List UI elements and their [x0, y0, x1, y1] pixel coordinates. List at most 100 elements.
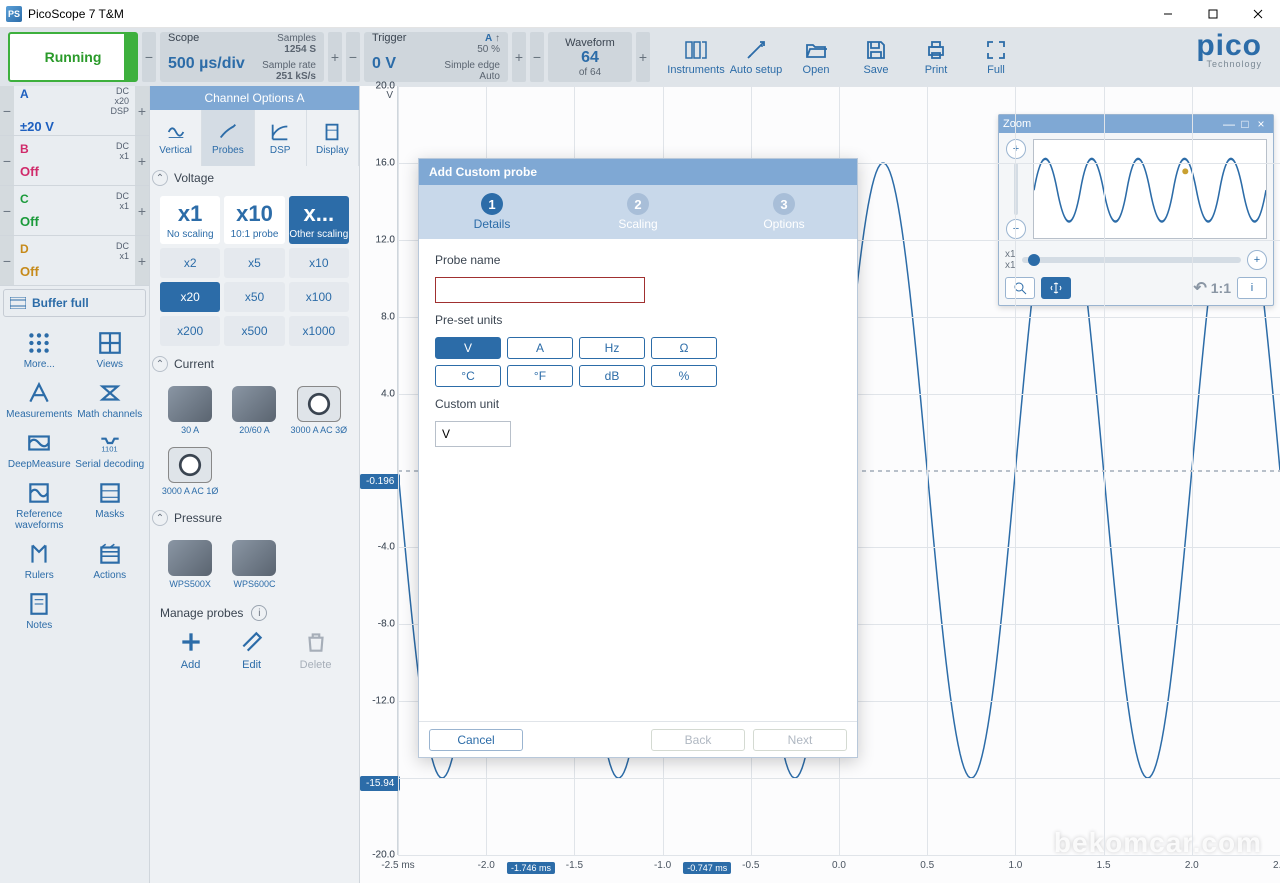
collapse-icon[interactable]: ⌃ [152, 170, 168, 186]
manage-edit[interactable]: Edit [239, 629, 265, 671]
zoom-close-icon[interactable]: × [1253, 117, 1269, 131]
scale-x200[interactable]: x200 [160, 316, 220, 346]
info-icon[interactable]: i [251, 605, 267, 621]
side-views[interactable]: Views [75, 330, 146, 370]
zoom-minimize-icon[interactable]: — [1221, 117, 1237, 131]
probe-30-a[interactable]: 30 A [160, 382, 220, 439]
opt-tab-probes[interactable]: Probes [202, 110, 254, 166]
channel-A[interactable]: − ADCx20DSP ±20 V + [0, 86, 149, 136]
probe-wps600c[interactable]: WPS600C [224, 536, 284, 593]
unit-V[interactable]: V [435, 337, 501, 359]
probe-3000-a-ac-1-[interactable]: 3000 A AC 1Ø [160, 443, 220, 500]
probe-20-60-a[interactable]: 20/60 A [224, 382, 284, 439]
channel-minus[interactable]: − [0, 236, 14, 285]
collapse-icon[interactable]: ⌃ [152, 356, 168, 372]
scale-x20[interactable]: x20 [160, 282, 220, 312]
side-notes[interactable]: Notes [4, 591, 75, 631]
waveform-plus[interactable]: + [636, 32, 650, 82]
window-close[interactable] [1235, 0, 1280, 27]
zoom-tool-magnify[interactable] [1005, 277, 1035, 299]
channel-minus[interactable]: − [0, 186, 14, 235]
y-marker-trigger[interactable]: -0.196 [360, 474, 400, 489]
side-deepmeasure[interactable]: DeepMeasure [4, 430, 75, 470]
scale-x2[interactable]: x2 [160, 248, 220, 278]
custom-unit-input[interactable] [435, 421, 511, 447]
trigger-panel[interactable]: Trigger A ↑50 % 0 V Simple edgeAuto [364, 32, 508, 82]
trigger-minus[interactable]: − [346, 32, 360, 82]
unit-°F[interactable]: °F [507, 365, 573, 387]
scale-x...[interactable]: x...Other scaling [289, 196, 349, 244]
dialog-tab-details[interactable]: 1Details [419, 185, 565, 239]
x-cursor[interactable]: -0.747 ms [683, 862, 731, 874]
scope-minus[interactable]: − [142, 32, 156, 82]
y-marker-cursor[interactable]: -15.94 [360, 776, 400, 791]
toolbar-save[interactable]: Save [848, 32, 904, 82]
channel-plus[interactable]: + [135, 86, 149, 135]
scale-x100[interactable]: x100 [289, 282, 349, 312]
scale-x5[interactable]: x5 [224, 248, 284, 278]
cancel-button[interactable]: Cancel [429, 729, 523, 751]
probe-3000-a-ac-3-[interactable]: 3000 A AC 3Ø [289, 382, 349, 439]
channel-minus[interactable]: − [0, 136, 14, 185]
opt-tab-display[interactable]: Display [307, 110, 359, 166]
zoom-h-plus[interactable]: + [1247, 250, 1267, 270]
channel-plus[interactable]: + [135, 236, 149, 285]
unit-A[interactable]: A [507, 337, 573, 359]
probe-wps500x[interactable]: WPS500X [160, 536, 220, 593]
manage-add[interactable]: Add [178, 629, 204, 671]
back-button[interactable]: Back [651, 729, 745, 751]
dialog-tab-scaling[interactable]: 2Scaling [565, 185, 711, 239]
window-maximize[interactable] [1190, 0, 1235, 27]
manage-delete[interactable]: Delete [300, 629, 332, 671]
waveform-minus[interactable]: − [530, 32, 544, 82]
scope-plus[interactable]: + [328, 32, 342, 82]
zoom-window[interactable]: Zoom — □ × + − x1x1 [998, 114, 1274, 306]
window-minimize[interactable] [1145, 0, 1190, 27]
opt-tab-dsp[interactable]: DSP [255, 110, 307, 166]
toolbar-open[interactable]: Open [788, 32, 844, 82]
toolbar-full[interactable]: Full [968, 32, 1024, 82]
side-actions[interactable]: Actions [75, 541, 146, 581]
side-masks[interactable]: Masks [75, 480, 146, 531]
scale-x10[interactable]: x10 [289, 248, 349, 278]
buffer-full-button[interactable]: Buffer full [3, 289, 146, 317]
side-math-channels[interactable]: Math channels [75, 380, 146, 420]
opt-tab-vertical[interactable]: Vertical [150, 110, 202, 166]
side-measurements[interactable]: Measurements [4, 380, 75, 420]
toolbar-instruments[interactable]: Instruments [668, 32, 724, 82]
unit-Hz[interactable]: Hz [579, 337, 645, 359]
toolbar-autosetup[interactable]: Auto setup [728, 32, 784, 82]
unit-°C[interactable]: °C [435, 365, 501, 387]
collapse-icon[interactable]: ⌃ [152, 510, 168, 526]
zoom-h-slider[interactable] [1022, 257, 1241, 263]
unit-%[interactable]: % [651, 365, 717, 387]
probe-name-input[interactable] [435, 277, 645, 303]
waveform-panel[interactable]: Waveform 64 of 64 [548, 32, 632, 82]
side-serial-decoding[interactable]: 1101 Serial decoding [75, 430, 146, 470]
channel-D[interactable]: − DDCx1 Off + [0, 236, 149, 286]
zoom-tool-pan[interactable] [1041, 277, 1071, 299]
x-cursor[interactable]: -1.746 ms [507, 862, 555, 874]
channel-B[interactable]: − BDCx1 Off + [0, 136, 149, 186]
scale-x10[interactable]: x1010:1 probe [224, 196, 284, 244]
scale-x500[interactable]: x500 [224, 316, 284, 346]
channel-minus[interactable]: − [0, 86, 14, 135]
zoom-overview[interactable] [1033, 139, 1267, 239]
scale-x1000[interactable]: x1000 [289, 316, 349, 346]
next-button[interactable]: Next [753, 729, 847, 751]
dialog-tab-options[interactable]: 3Options [711, 185, 857, 239]
run-button[interactable]: Running [8, 32, 138, 82]
unit-Ω[interactable]: Ω [651, 337, 717, 359]
scale-x1[interactable]: x1No scaling [160, 196, 220, 244]
side-reference-waveforms[interactable]: Reference waveforms [4, 480, 75, 531]
trigger-plus[interactable]: + [512, 32, 526, 82]
zoom-maximize-icon[interactable]: □ [1237, 117, 1253, 131]
scope-panel[interactable]: Scope Samples1254 S 500 µs/div Sample ra… [160, 32, 324, 82]
side-rulers[interactable]: Rulers [4, 541, 75, 581]
scale-x50[interactable]: x50 [224, 282, 284, 312]
toolbar-print[interactable]: Print [908, 32, 964, 82]
channel-C[interactable]: − CDCx1 Off + [0, 186, 149, 236]
side-more-[interactable]: More... [4, 330, 75, 370]
zoom-info-icon[interactable]: i [1237, 277, 1267, 299]
channel-plus[interactable]: + [135, 136, 149, 185]
